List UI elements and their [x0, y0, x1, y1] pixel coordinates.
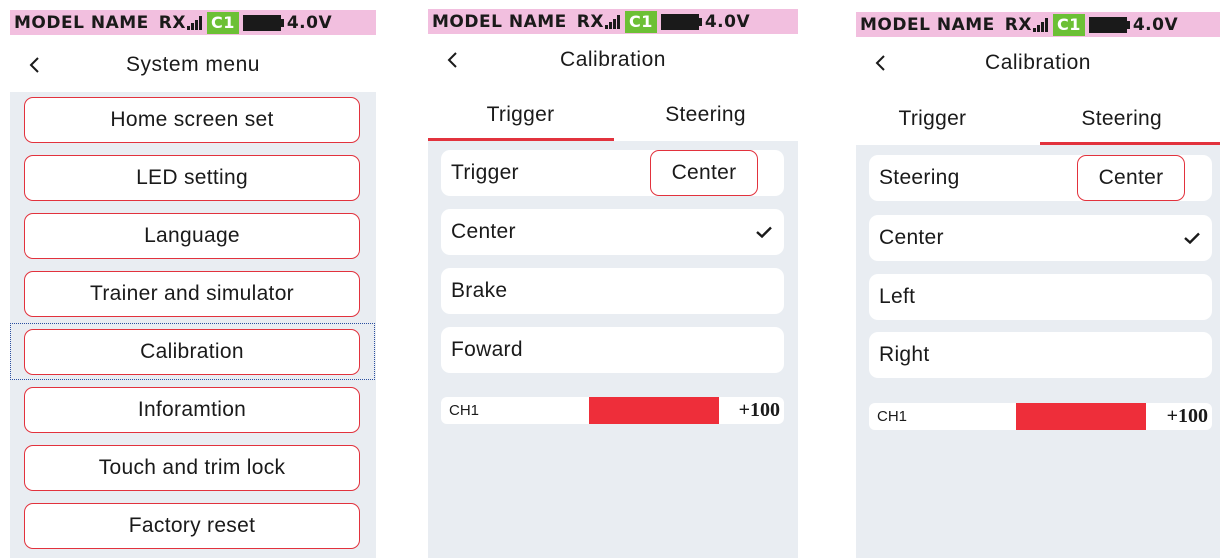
active-tab-indicator — [1040, 142, 1220, 145]
tab-bar: Trigger Steering — [428, 88, 798, 141]
channel-badge: C1 — [206, 11, 239, 34]
menu-item-factory-reset[interactable]: Factory reset — [24, 503, 360, 549]
menu-list: Home screen set LED setting Language Tra… — [10, 92, 376, 558]
option-label: Center — [451, 220, 516, 243]
option-label: Left — [879, 285, 916, 308]
battery-voltage: 4.0V — [286, 12, 333, 33]
channel-value: +100 — [738, 399, 780, 421]
rx-indicator: RX — [577, 12, 625, 32]
option-label: Right — [879, 343, 930, 366]
menu-item-trainer-simulator[interactable]: Trainer and simulator — [24, 271, 360, 317]
calibration-panel: Trigger Steering Steering Center Center … — [856, 92, 1220, 558]
tab-steering[interactable]: Steering — [613, 88, 798, 141]
menu-item-information[interactable]: Inforamtion — [24, 387, 360, 433]
option-forward[interactable]: Foward — [441, 327, 784, 373]
rx-indicator: RX — [159, 13, 207, 33]
center-button[interactable]: Center — [650, 150, 758, 196]
channel-badge: C1 — [624, 10, 657, 33]
calibration-steering-screen: MODEL NAME RX C1 4.0V Calibration Trigge… — [856, 0, 1220, 558]
status-bar: MODEL NAME RX C1 4.0V — [428, 9, 798, 34]
check-icon — [756, 209, 772, 255]
option-label: Center — [879, 226, 944, 249]
system-menu-screen: MODEL NAME RX C1 4.0V System menu Home s… — [10, 0, 376, 558]
battery-voltage: 4.0V — [704, 11, 751, 32]
channel-fill — [589, 397, 719, 424]
menu-item-home-screen-set[interactable]: Home screen set — [24, 97, 360, 143]
rx-indicator: RX — [1005, 15, 1053, 35]
screen-header: Calibration — [856, 38, 1220, 88]
active-tab-indicator — [428, 138, 614, 141]
screen-header: System menu — [10, 40, 376, 90]
calibration-trigger-screen: MODEL NAME RX C1 4.0V Calibration Trigge… — [428, 0, 798, 558]
channel-label: CH1 — [877, 408, 908, 425]
option-label: Foward — [451, 338, 523, 361]
status-bar: MODEL NAME RX C1 4.0V — [856, 12, 1220, 37]
tab-steering[interactable]: Steering — [1023, 92, 1220, 145]
model-name: MODEL NAME — [432, 11, 567, 32]
chevron-left-icon[interactable] — [440, 35, 464, 85]
status-bar: MODEL NAME RX C1 4.0V — [10, 10, 376, 35]
option-center[interactable]: Center — [441, 209, 784, 255]
check-icon — [1184, 215, 1200, 261]
page-title: System menu — [126, 53, 260, 76]
model-name: MODEL NAME — [860, 14, 995, 35]
channel-fill — [1016, 403, 1146, 430]
chevron-left-icon[interactable] — [22, 40, 46, 90]
battery-icon — [242, 14, 284, 31]
menu-item-led-setting[interactable]: LED setting — [24, 155, 360, 201]
battery-voltage: 4.0V — [1132, 14, 1179, 35]
option-center[interactable]: Center — [869, 215, 1212, 261]
channel-output-bar: CH1 +100 — [869, 403, 1212, 430]
signal-bars-icon — [1032, 17, 1049, 32]
option-left[interactable]: Left — [869, 274, 1212, 320]
channel-label: CH1 — [449, 402, 480, 419]
tab-trigger[interactable]: Trigger — [428, 88, 613, 141]
mode-label: Steering — [879, 166, 960, 189]
center-button[interactable]: Center — [1077, 155, 1185, 201]
page-title: Calibration — [560, 48, 666, 71]
menu-item-touch-trim-lock[interactable]: Touch and trim lock — [24, 445, 360, 491]
screen-header: Calibration — [428, 35, 798, 85]
mode-label: Trigger — [451, 161, 519, 184]
option-label: Brake — [451, 279, 508, 302]
channel-value: +100 — [1166, 405, 1208, 427]
signal-bars-icon — [186, 15, 203, 30]
tab-trigger[interactable]: Trigger — [856, 92, 1009, 145]
menu-item-language[interactable]: Language — [24, 213, 360, 259]
model-name: MODEL NAME — [14, 12, 149, 33]
battery-icon — [1088, 16, 1130, 33]
option-brake[interactable]: Brake — [441, 268, 784, 314]
menu-item-calibration[interactable]: Calibration — [24, 329, 360, 375]
tab-bar: Trigger Steering — [856, 92, 1220, 145]
calibration-panel: Trigger Steering Trigger Center Center B… — [428, 88, 798, 558]
channel-output-bar: CH1 +100 — [441, 397, 784, 424]
channel-badge: C1 — [1052, 13, 1085, 36]
signal-bars-icon — [604, 14, 621, 29]
chevron-left-icon[interactable] — [868, 38, 892, 88]
page-title: Calibration — [985, 51, 1091, 74]
option-right[interactable]: Right — [869, 332, 1212, 378]
battery-icon — [660, 13, 702, 30]
